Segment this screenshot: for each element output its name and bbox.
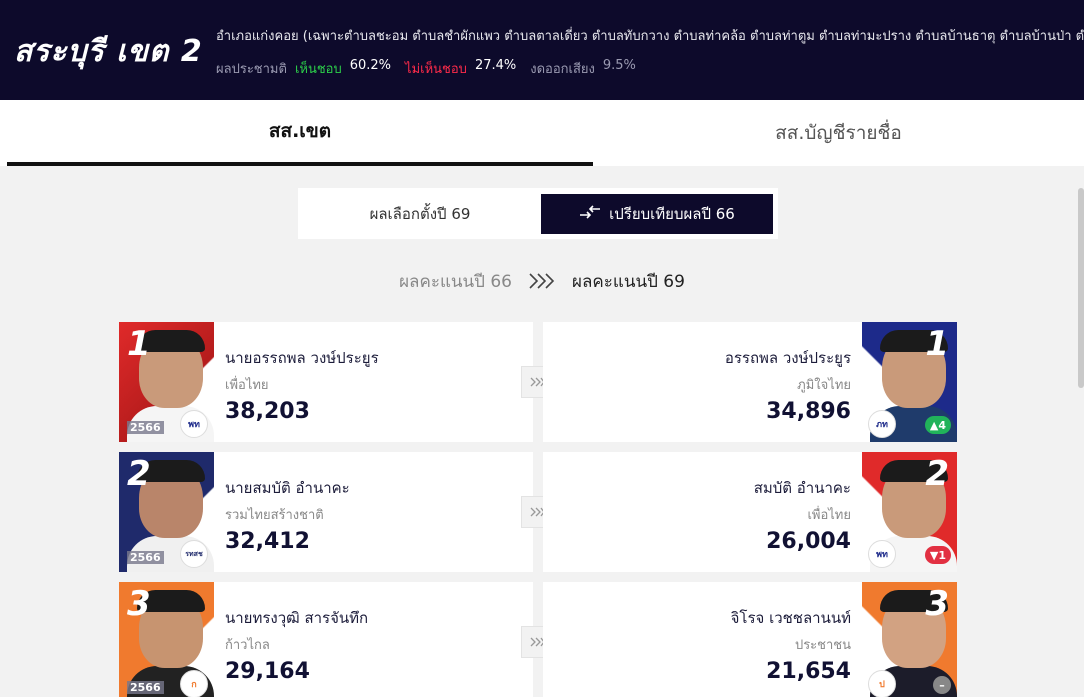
candidate-card-2569-rank-1[interactable]: อรรถพล วงษ์ประยูร ภูมิใจไทย 34,896 1 ภท … [543, 322, 957, 442]
compare-arrows-icon [579, 204, 601, 224]
scrollbar[interactable] [1078, 188, 1084, 388]
candidate-card-2566-rank-3[interactable]: 3 2566 ก นายทรงวุฒิ สารจันทึก ก้าวไกล 29… [119, 582, 533, 697]
rank-number: 3 [925, 584, 949, 624]
candidate-photo: 1 ภท ▲4 [862, 322, 957, 442]
result-69-button[interactable]: ผลเลือกตั้งปี 69 [304, 194, 536, 234]
candidate-votes: 38,203 [225, 399, 310, 424]
year-badge: 2566 [127, 421, 164, 434]
header-bar: สระบุรี เขต 2 อำเภอแก่งคอย (เฉพาะตำบลชะอ… [0, 0, 1084, 100]
rank-number: 2 [127, 454, 151, 494]
tab-bar: สส.เขต สส.บัญชีรายชื่อ [0, 100, 1084, 166]
year-badge: 2566 [127, 681, 164, 694]
referendum-label: ผลประชามติ [216, 62, 287, 77]
candidate-votes: 29,164 [225, 659, 310, 684]
candidate-party: ภูมิใจไทย [797, 378, 851, 393]
pheu-thai-logo-icon: พท [868, 540, 896, 568]
ruam-thai-sang-chart-logo-icon: รทสช [180, 540, 208, 568]
year-badge: 2566 [127, 551, 164, 564]
candidate-party: รวมไทยสร้างชาติ [225, 508, 324, 523]
abstain-label: งดออกเสียง [530, 62, 595, 77]
compare-old-label: ผลคะแนนปี 66 [399, 271, 512, 292]
candidate-votes: 21,654 [766, 659, 851, 684]
disagree-label: ไม่เห็นชอบ [405, 62, 467, 77]
candidate-photo: 2 2566 รทสช [119, 452, 214, 572]
triple-chevron-icon [528, 272, 556, 290]
candidate-votes: 32,412 [225, 529, 310, 554]
rank-change-up-badge: ▲4 [924, 416, 951, 434]
peoples-party-logo-icon: ป [868, 670, 896, 697]
candidate-party: เพื่อไทย [807, 508, 851, 523]
candidate-photo: 3 ป – [862, 582, 957, 697]
candidate-name: อรรถพล วงษ์ประยูร [724, 349, 851, 367]
tab-party-list[interactable]: สส.บัญชีรายชื่อ [593, 100, 1084, 166]
agree-label: เห็นชอบ [294, 62, 342, 77]
result-69-label: ผลเลือกตั้งปี 69 [369, 205, 471, 223]
candidate-photo: 2 พท ▼1 [862, 452, 957, 572]
rank-number: 1 [127, 324, 151, 364]
candidate-card-2566-rank-2[interactable]: 2 2566 รทสช นายสมบัติ อำนาคะ รวมไทยสร้าง… [119, 452, 533, 572]
candidate-votes: 34,896 [766, 399, 851, 424]
candidate-party: เพื่อไทย [225, 378, 269, 393]
bhumjaithai-logo-icon: ภท [868, 410, 896, 438]
tab-constituency[interactable]: สส.เขต [7, 100, 593, 166]
rank-number: 3 [127, 584, 151, 624]
rank-number: 1 [925, 324, 949, 364]
candidate-name: จิโรจ เวชชลานนท์ [730, 609, 851, 627]
referendum-summary: ผลประชามติ เห็นชอบ 60.2% ไม่เห็นชอบ 27.4… [216, 58, 636, 79]
abstain-value: 9.5% [602, 58, 636, 73]
district-title: สระบุรี เขต 2 [14, 34, 203, 69]
district-area-text: อำเภอแก่งคอย (เฉพาะตำบลชะอม ตำบลชำผักแพว… [216, 29, 1084, 44]
candidate-party: ประชาชน [794, 638, 851, 653]
candidate-name: สมบัติ อำนาคะ [753, 479, 851, 497]
candidate-card-2566-rank-1[interactable]: 1 2566 พท นายอรรถพล วงษ์ประยูร เพื่อไทย … [119, 322, 533, 442]
candidate-photo: 3 2566 ก [119, 582, 214, 697]
pheu-thai-logo-icon: พท [180, 410, 208, 438]
compare-new-label: ผลคะแนนปี 69 [572, 271, 685, 292]
rank-number: 2 [925, 454, 949, 494]
candidate-card-2569-rank-3[interactable]: จิโรจ เวชชลานนท์ ประชาชน 21,654 3 ป – [543, 582, 957, 697]
candidate-name: นายอรรถพล วงษ์ประยูร [225, 349, 379, 367]
rank-change-down-badge: ▼1 [924, 546, 951, 564]
compare-66-label: เปรียบเทียบผลปี 66 [609, 205, 735, 223]
compare-header: ผลคะแนนปี 66 ผลคะแนนปี 69 [0, 266, 1084, 296]
candidate-name: นายทรงวุฒิ สารจันทึก [225, 609, 369, 627]
candidate-name: นายสมบัติ อำนาคะ [225, 479, 350, 497]
candidate-photo: 1 2566 พท [119, 322, 214, 442]
rank-change-same-badge: – [933, 676, 951, 694]
candidate-votes: 26,004 [766, 529, 851, 554]
agree-value: 60.2% [349, 58, 392, 73]
candidate-party: ก้าวไกล [225, 638, 270, 653]
year-toggle: ผลเลือกตั้งปี 69 เปรียบเทียบผลปี 66 [298, 188, 778, 239]
compare-66-button[interactable]: เปรียบเทียบผลปี 66 [541, 194, 773, 234]
disagree-value: 27.4% [474, 58, 517, 73]
move-forward-logo-icon: ก [180, 670, 208, 697]
candidate-card-2569-rank-2[interactable]: สมบัติ อำนาคะ เพื่อไทย 26,004 2 พท ▼1 [543, 452, 957, 572]
